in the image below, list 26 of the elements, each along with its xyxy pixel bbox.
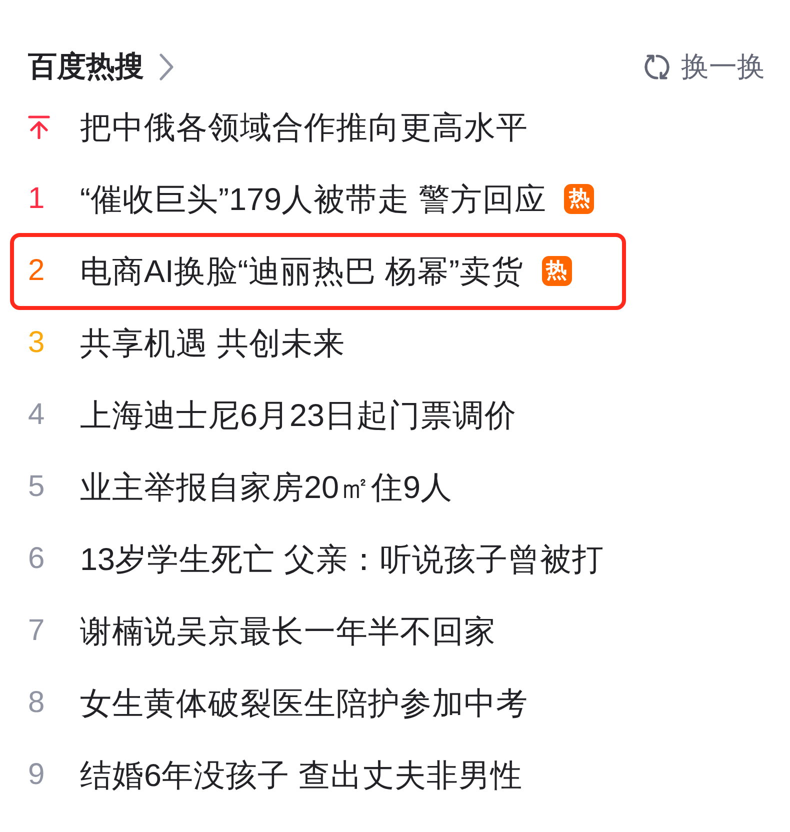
rank-number: 3 xyxy=(28,325,45,361)
section-title: 百度热搜 xyxy=(28,50,144,85)
rank-number: 8 xyxy=(28,685,45,721)
rank-number: 7 xyxy=(28,613,45,649)
headline-link[interactable]: 谢楠说吴京最长一年半不回家 xyxy=(80,611,496,651)
refresh-button[interactable]: 换一换 xyxy=(643,47,765,87)
headline-link[interactable]: “催收巨头”179人被带走 警方回应 xyxy=(80,179,546,219)
headline-link[interactable]: 结婚6年没孩子 查出丈夫非男性 xyxy=(80,755,522,795)
rank-number: 2 xyxy=(28,253,45,289)
headline-link[interactable]: 业主举报自家房20㎡住9人 xyxy=(80,467,453,507)
headline-link[interactable]: 共享机遇 共创未来 xyxy=(80,323,345,363)
headline-link[interactable]: 把中俄各领域合作推向更高水平 xyxy=(80,107,528,147)
chevron-right-icon xyxy=(158,53,174,81)
refresh-icon xyxy=(643,53,671,81)
rank-number: 4 xyxy=(28,397,45,433)
headline-link[interactable]: 上海迪士尼6月23日起门票调价 xyxy=(80,395,517,435)
rank-number: 6 xyxy=(28,541,45,577)
headline-link[interactable]: 13岁学生死亡 父亲：听说孩子曾被打 xyxy=(80,539,604,579)
headline-link[interactable]: 女生黄体破裂医生陪护参加中考 xyxy=(80,683,528,723)
headline-link[interactable]: 电商AI换脸“迪丽热巴 杨幂”卖货 xyxy=(80,251,524,291)
hot-badge: 热 xyxy=(542,256,572,286)
rank-number: 9 xyxy=(28,757,45,793)
rank-number: 5 xyxy=(28,469,45,505)
hot-badge: 热 xyxy=(564,184,594,214)
hot-search-title-link[interactable]: 百度热搜 xyxy=(28,47,174,87)
rank-number: 1 xyxy=(28,181,45,217)
